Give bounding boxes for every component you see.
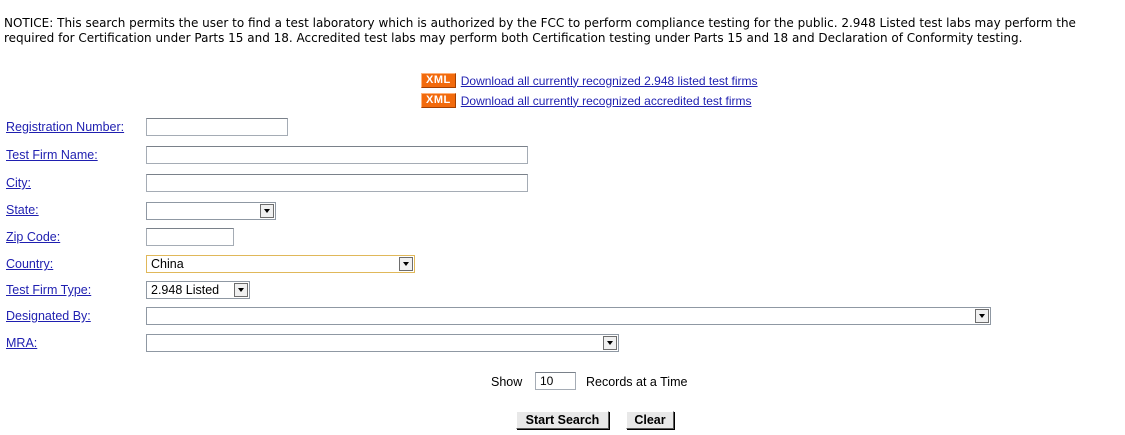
chevron-down-icon[interactable] xyxy=(603,336,617,350)
chevron-down-icon[interactable] xyxy=(975,309,989,323)
show-label: Show xyxy=(491,375,523,389)
designated-by-select[interactable] xyxy=(146,307,991,325)
registration-number-label[interactable]: Registration Number: xyxy=(6,120,124,134)
test-firm-type-label[interactable]: Test Firm Type: xyxy=(6,283,91,297)
chevron-down-icon[interactable] xyxy=(260,204,274,218)
test-firm-type-value: 2.948 Listed xyxy=(151,283,220,297)
notice-text: NOTICE: This search permits the user to … xyxy=(4,16,1076,45)
zip-code-label[interactable]: Zip Code: xyxy=(6,230,60,244)
city-label[interactable]: City: xyxy=(6,176,31,190)
download-accredited-row: XML Download all currently recognized ac… xyxy=(421,93,752,108)
mra-select[interactable] xyxy=(146,334,619,352)
state-select[interactable] xyxy=(146,202,276,220)
test-firm-name-input[interactable] xyxy=(146,146,528,164)
download-accredited-link[interactable]: Download all currently recognized accred… xyxy=(461,94,752,108)
zip-code-input[interactable] xyxy=(146,228,234,246)
download-listed-row: XML Download all currently recognized 2.… xyxy=(421,73,758,88)
city-input[interactable] xyxy=(146,174,528,192)
chevron-down-icon[interactable] xyxy=(234,283,248,297)
records-per-page-input[interactable]: 10 xyxy=(535,372,576,390)
download-listed-link[interactable]: Download all currently recognized 2.948 … xyxy=(461,74,758,88)
registration-number-input[interactable] xyxy=(146,118,288,136)
test-firm-type-select[interactable]: 2.948 Listed xyxy=(146,281,250,299)
test-firm-name-label[interactable]: Test Firm Name: xyxy=(6,148,98,162)
country-value: China xyxy=(151,257,184,271)
xml-icon: XML xyxy=(421,93,456,108)
country-select[interactable]: China xyxy=(146,255,415,273)
chevron-down-icon[interactable] xyxy=(399,257,413,271)
designated-by-label[interactable]: Designated By: xyxy=(6,309,91,323)
state-label[interactable]: State: xyxy=(6,203,39,217)
mra-label[interactable]: MRA: xyxy=(6,336,37,350)
records-suffix-label: Records at a Time xyxy=(586,375,688,389)
country-label[interactable]: Country: xyxy=(6,257,53,271)
start-search-button[interactable]: Start Search xyxy=(516,411,609,429)
clear-button[interactable]: Clear xyxy=(626,411,674,429)
xml-icon: XML xyxy=(421,73,456,88)
